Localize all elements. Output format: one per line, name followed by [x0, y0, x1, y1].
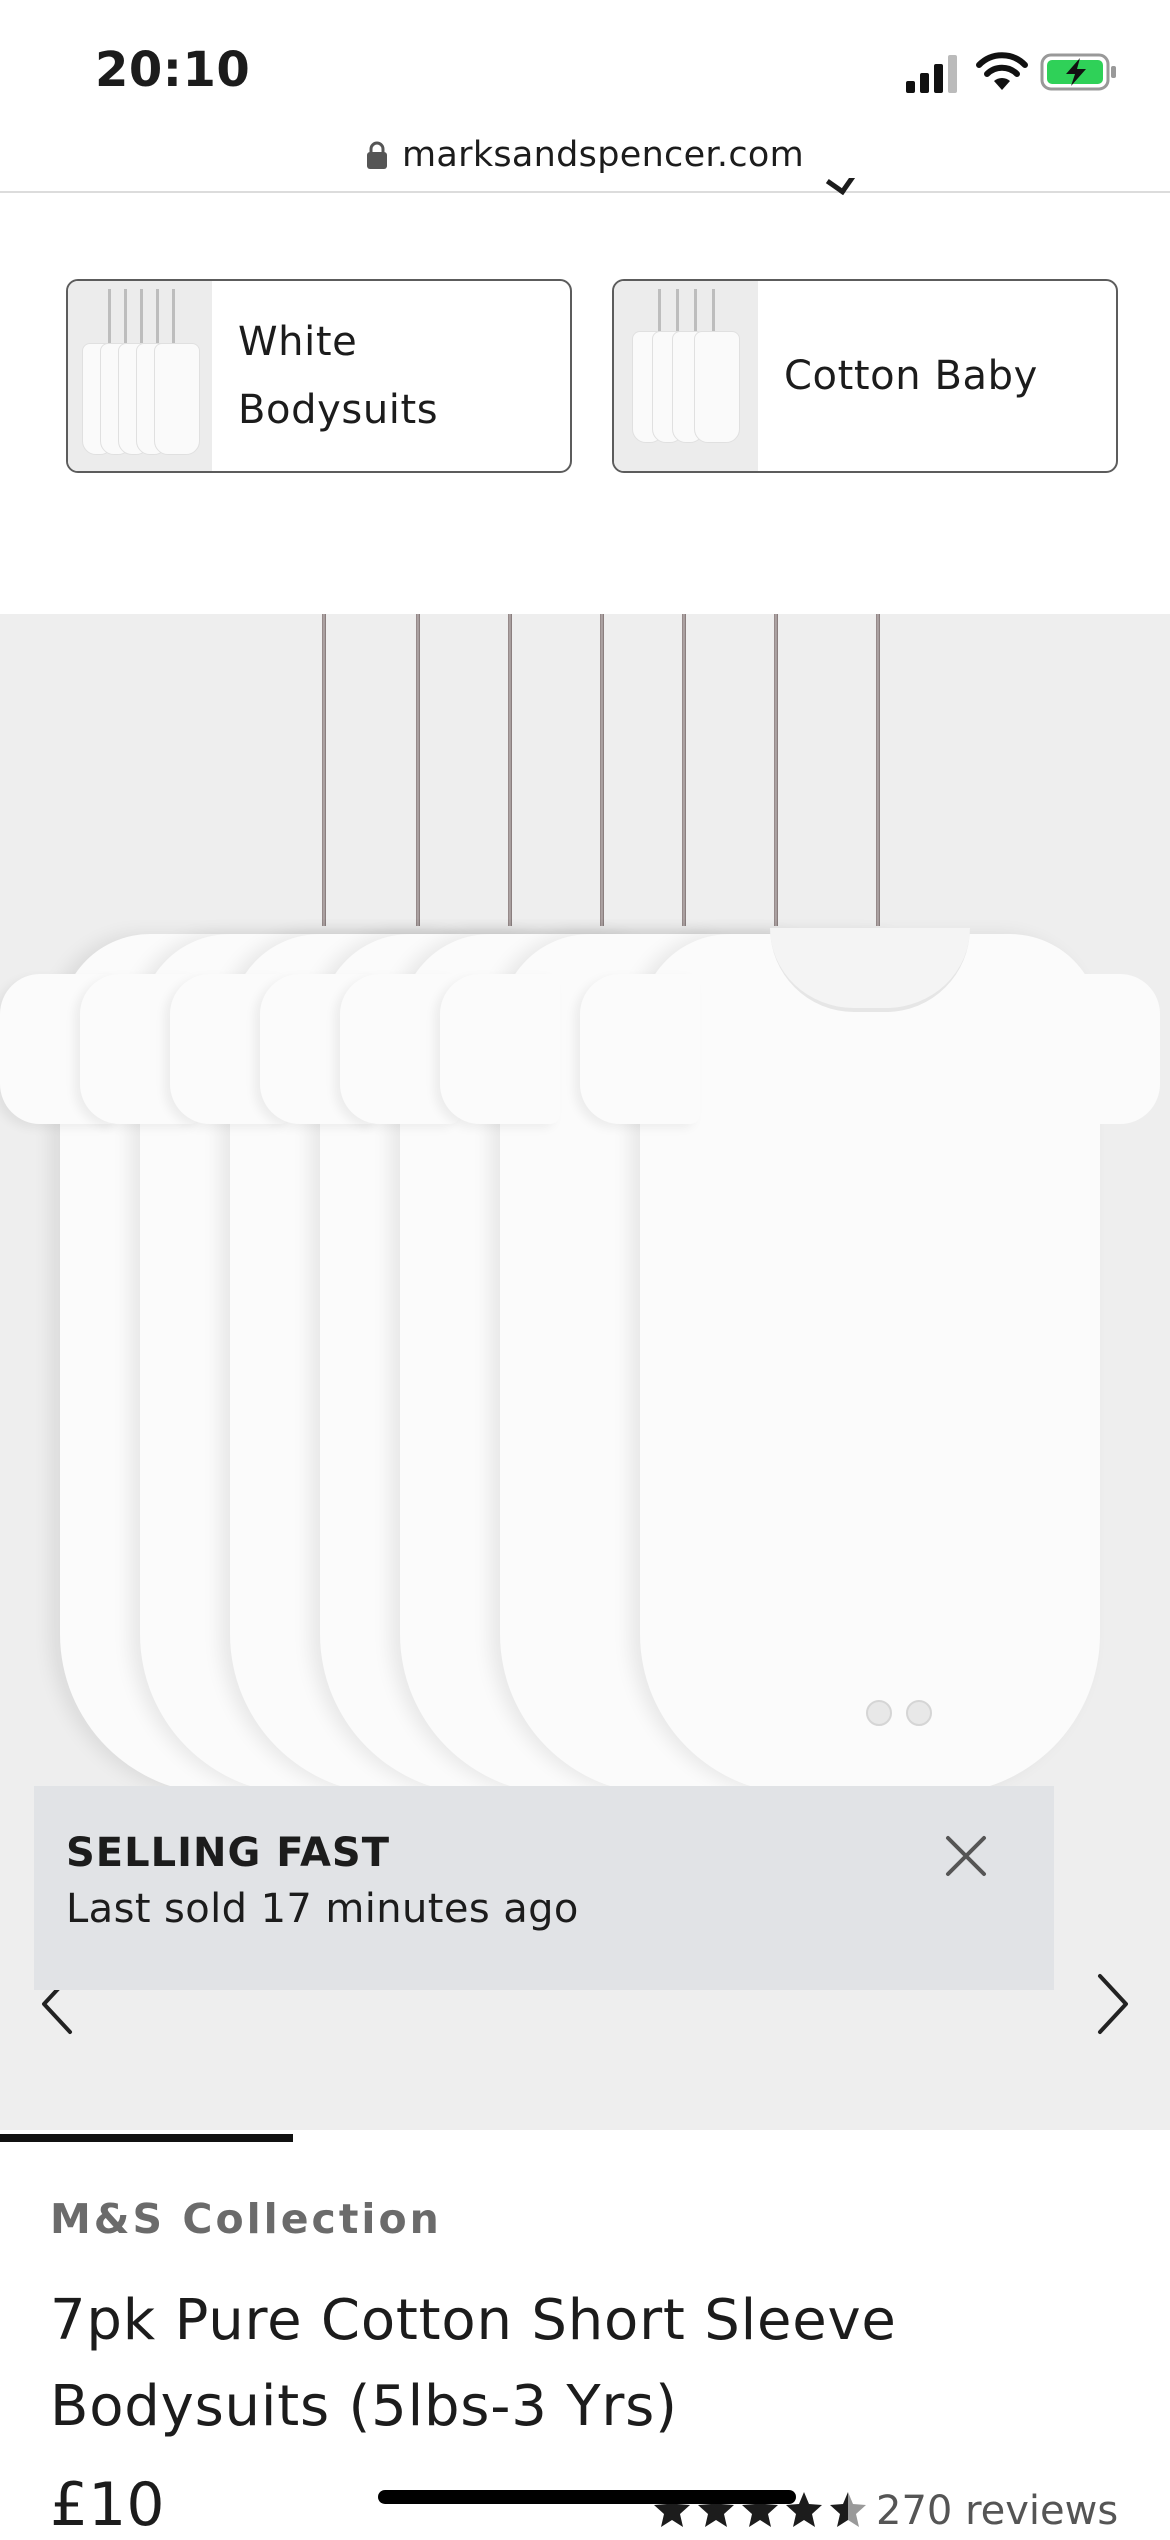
card-thumbnail: [68, 281, 212, 471]
card-label: Cotton Baby: [758, 342, 1038, 410]
chevron-right-icon[interactable]: [1082, 1964, 1142, 2044]
product-brand[interactable]: M&S Collection: [50, 2195, 442, 2243]
wifi-icon: [976, 52, 1028, 90]
card-label-line1: Cotton Baby: [784, 353, 1038, 399]
snap-buttons: [862, 1700, 942, 1730]
related-card-white-bodysuits[interactable]: White Bodysuits: [66, 279, 572, 473]
card-label: White Bodysuits: [212, 308, 438, 444]
status-time: 20:10: [95, 42, 251, 98]
card-label-line1: White: [238, 319, 358, 365]
hanger: [682, 614, 686, 926]
cellular-signal-icon: [906, 55, 957, 93]
address-bar[interactable]: marksandspencer.com: [0, 118, 1170, 192]
hanger: [322, 614, 326, 926]
carousel-progress-bar: [0, 2134, 293, 2142]
hanger: [774, 614, 778, 926]
bodysuit-front: [580, 928, 1160, 1794]
url-text: marksandspencer.com: [402, 135, 804, 175]
selling-fast-banner: SELLING FAST Last sold 17 minutes ago: [34, 1786, 1054, 1990]
close-icon[interactable]: [940, 1830, 992, 1882]
hanger: [876, 614, 880, 926]
hanger: [600, 614, 604, 926]
card-thumbnail: [614, 281, 758, 471]
selling-fast-title: SELLING FAST: [66, 1830, 391, 1876]
review-count-link[interactable]: 270 reviews: [876, 2488, 1118, 2534]
product-title: 7pk Pure Cotton Short Sleeve Bodysuits (…: [50, 2288, 897, 2439]
card-label-line2: Bodysuits: [238, 387, 439, 433]
home-indicator[interactable]: [378, 2490, 796, 2504]
last-sold-text: Last sold 17 minutes ago: [66, 1886, 579, 1932]
product-price: £10: [50, 2470, 165, 2540]
related-card-cotton-baby[interactable]: Cotton Baby: [612, 279, 1118, 473]
clipped-heading-fragment: [820, 178, 860, 200]
hanger: [508, 614, 512, 926]
hanger: [416, 614, 420, 926]
divider: [0, 191, 1170, 193]
battery-charging-icon: [1040, 53, 1116, 91]
star-half-icon: [830, 2492, 866, 2527]
lock-icon: [367, 141, 387, 169]
